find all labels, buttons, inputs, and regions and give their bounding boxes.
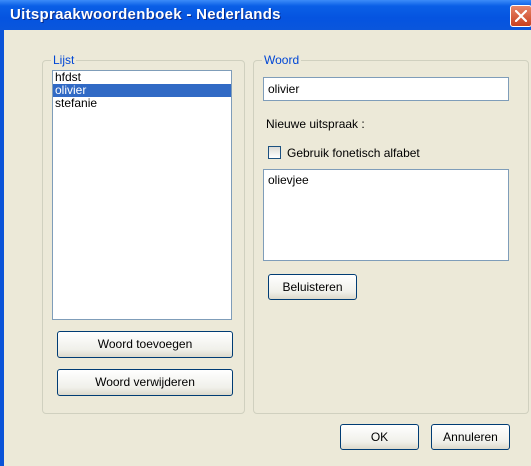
add-word-button[interactable]: Woord toevoegen xyxy=(57,331,233,358)
title-bar[interactable]: Uitspraakwoordenboek - Nederlands xyxy=(0,0,531,30)
word-input[interactable]: olivier xyxy=(263,77,509,101)
close-icon xyxy=(515,10,527,22)
new-pronunciation-label: Nieuwe uitspraak : xyxy=(266,117,365,131)
remove-word-button[interactable]: Woord verwijderen xyxy=(57,369,233,396)
listen-button-label: Beluisteren xyxy=(282,280,343,294)
ok-button[interactable]: OK xyxy=(340,424,419,450)
word-input-value: olivier xyxy=(268,82,300,96)
cancel-button[interactable]: Annuleren xyxy=(431,424,510,450)
window-title: Uitspraakwoordenboek - Nederlands xyxy=(10,6,281,23)
close-button[interactable] xyxy=(510,5,531,27)
pronunciation-textarea[interactable]: olievjee xyxy=(263,169,509,261)
remove-word-button-label: Woord verwijderen xyxy=(95,375,195,389)
phonetic-alphabet-checkbox[interactable] xyxy=(268,146,281,159)
listen-button[interactable]: Beluisteren xyxy=(268,274,357,300)
cancel-button-label: Annuleren xyxy=(443,430,498,444)
word-group-legend: Woord xyxy=(262,53,302,67)
ok-button-label: OK xyxy=(370,430,389,444)
pronunciation-value: olievjee xyxy=(268,173,309,187)
list-item[interactable]: stefanie xyxy=(53,97,231,110)
list-group-legend: Lijst xyxy=(51,53,77,67)
word-listbox[interactable]: hfdst olivier stefanie xyxy=(52,70,232,320)
add-word-button-label: Woord toevoegen xyxy=(97,337,193,351)
phonetic-alphabet-label[interactable]: Gebruik fonetisch alfabet xyxy=(287,146,420,160)
